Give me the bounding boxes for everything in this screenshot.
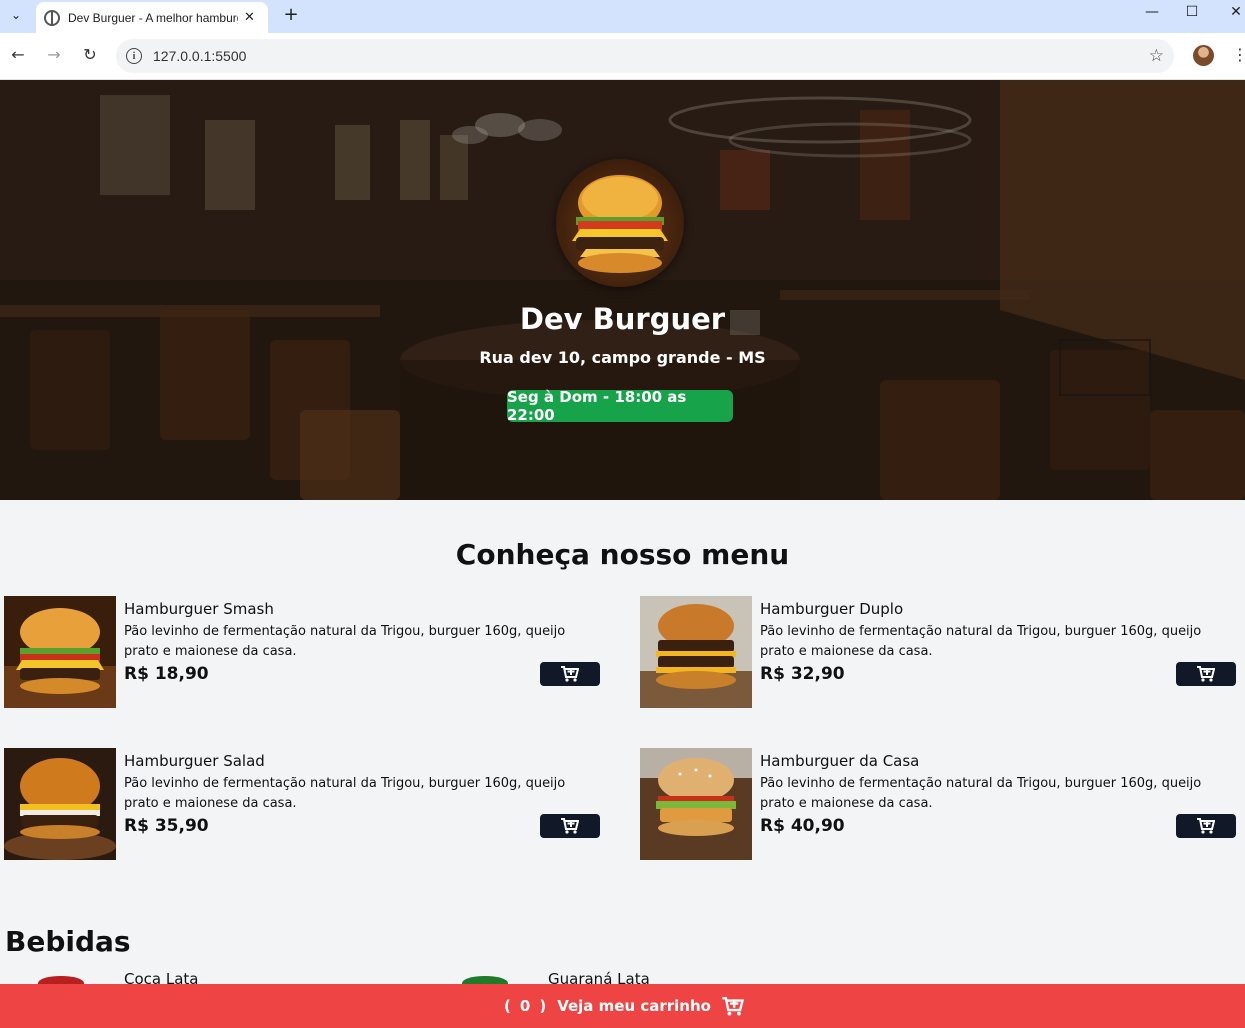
- item-name: Hamburguer da Casa: [760, 752, 920, 770]
- reload-icon[interactable]: ↻: [79, 45, 101, 64]
- more-menu-icon[interactable]: ⋮: [1232, 45, 1245, 64]
- window-close-icon[interactable]: ✕: [1224, 4, 1245, 20]
- maximize-icon[interactable]: ☐: [1180, 4, 1204, 20]
- cart-count: 0: [519, 997, 531, 1015]
- cart-plus-icon: [722, 996, 744, 1016]
- hero-title: Dev Burguer: [519, 302, 726, 336]
- cart-plus-icon: [1197, 818, 1215, 834]
- burger-smash-image: [4, 596, 116, 708]
- add-to-cart-button[interactable]: [540, 814, 600, 838]
- menu-item: Hamburguer Smash Pão levinho de fermenta…: [4, 596, 600, 708]
- add-to-cart-button[interactable]: [540, 662, 600, 686]
- profile-avatar[interactable]: [1193, 45, 1214, 66]
- cart-label: Veja meu carrinho: [557, 997, 711, 1015]
- browser-toolbar: ← → ↻ i 127.0.0.1:5500 ☆ ⋮: [0, 33, 1245, 80]
- item-price: R$ 35,90: [124, 816, 209, 836]
- globe-icon: [44, 9, 60, 26]
- item-price: R$ 40,90: [760, 816, 845, 836]
- item-name: Hamburguer Smash: [124, 600, 274, 618]
- item-price: R$ 32,90: [760, 664, 845, 684]
- site-info-icon[interactable]: i: [126, 48, 142, 64]
- burger-da-casa-image: [640, 748, 752, 860]
- cart-open-paren: (: [504, 997, 511, 1015]
- menu-item: Hamburguer Salad Pão levinho de fermenta…: [4, 748, 600, 860]
- item-price: R$ 18,90: [124, 664, 209, 684]
- browser-tabbar: ⌄ Dev Burguer - A melhor hamburgueria ✕ …: [0, 0, 1245, 33]
- menu-heading: Conheça nosso menu: [455, 538, 790, 571]
- url-text[interactable]: 127.0.0.1:5500: [153, 48, 246, 64]
- add-to-cart-button[interactable]: [1176, 662, 1236, 686]
- forward-arrow-icon[interactable]: →: [43, 45, 65, 64]
- burger-duplo-image: [640, 596, 752, 708]
- item-description: Pão levinho de fermentação natural da Tr…: [760, 624, 1202, 659]
- menu-item: Hamburguer da Casa Pão levinho de fermen…: [640, 748, 1236, 860]
- opening-hours-badge: Seg à Dom - 18:00 as 22:00: [507, 388, 733, 424]
- hero-overlay: [0, 80, 1245, 500]
- minimize-icon[interactable]: —: [1140, 4, 1164, 20]
- burger-salad-image: [4, 748, 116, 860]
- tab-close-icon[interactable]: ✕: [244, 10, 255, 25]
- item-description: Pão levinho de fermentação natural da Tr…: [124, 776, 566, 811]
- item-description: Pão levinho de fermentação natural da Tr…: [760, 776, 1202, 811]
- address-bar[interactable]: i 127.0.0.1:5500 ☆: [116, 39, 1174, 73]
- tab-title: Dev Burguer - A melhor hamburgueria: [68, 10, 238, 25]
- menu-item: Hamburguer Duplo Pão levinho de fermenta…: [640, 596, 1236, 708]
- back-arrow-icon[interactable]: ←: [7, 45, 29, 64]
- cart-plus-icon: [1197, 666, 1215, 682]
- star-icon[interactable]: ☆: [1149, 46, 1164, 66]
- add-to-cart-button[interactable]: [1176, 814, 1236, 838]
- item-name: Hamburguer Salad: [124, 752, 265, 770]
- item-name: Hamburguer Duplo: [760, 600, 904, 618]
- view-cart-button[interactable]: ( 0 ) Veja meu carrinho: [0, 984, 1245, 1028]
- cart-plus-icon: [561, 818, 579, 834]
- cart-plus-icon: [561, 666, 579, 682]
- hero-banner: Dev Burguer Rua dev 10, campo grande - M…: [0, 80, 1245, 500]
- item-description: Pão levinho de fermentação natural da Tr…: [124, 624, 566, 659]
- tab-search-chevron-icon[interactable]: ⌄: [5, 4, 27, 26]
- drinks-heading: Bebidas: [5, 925, 131, 958]
- new-tab-icon[interactable]: +: [280, 4, 302, 25]
- hero-address: Rua dev 10, campo grande - MS: [479, 348, 766, 367]
- cart-close-paren: ): [539, 997, 547, 1015]
- browser-tab[interactable]: Dev Burguer - A melhor hamburgueria ✕: [36, 2, 268, 33]
- burger-logo-image: [556, 159, 684, 287]
